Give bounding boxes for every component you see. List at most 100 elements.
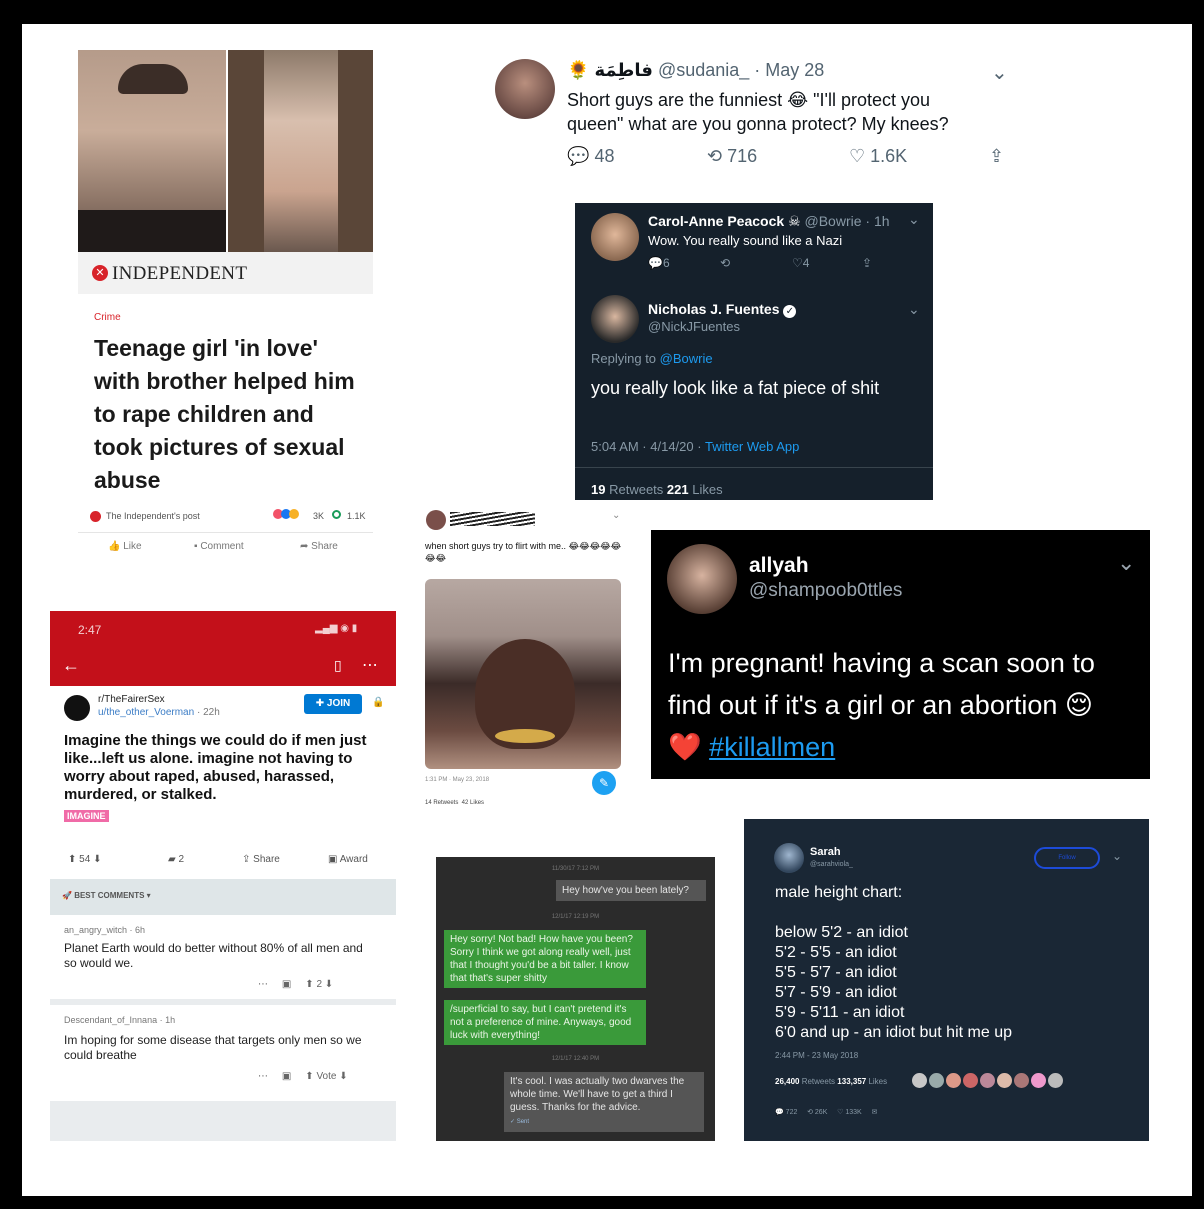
reply-button[interactable]: 💬 722 bbox=[775, 1109, 797, 1116]
time-label: 5:04 AM · 4/14/20 · bbox=[591, 439, 702, 454]
carol-avatar[interactable] bbox=[591, 213, 639, 261]
chevron-down-icon[interactable]: ⌄ bbox=[1117, 550, 1135, 576]
retweet-count[interactable]: 26,400 bbox=[775, 1077, 799, 1086]
text-line: 6'0 and up - an idiot but hit me up bbox=[775, 1024, 1012, 1041]
comment-bubble-icon bbox=[332, 510, 341, 519]
like-label: Like bbox=[123, 541, 142, 552]
comment-user[interactable]: Descendant_of_Innana · 1h bbox=[64, 1015, 175, 1025]
fuentes-name[interactable]: Nicholas J. Fuentes bbox=[648, 301, 779, 317]
liker-avatars[interactable] bbox=[912, 1073, 1082, 1089]
replying-to-link[interactable]: @Bowrie bbox=[660, 351, 713, 366]
fuentes-handle[interactable]: @NickJFuentes bbox=[648, 319, 740, 334]
more-icon[interactable]: ⋯ bbox=[258, 979, 268, 990]
retweet-icon[interactable]: ⟲ bbox=[720, 256, 730, 270]
share-button[interactable]: ⇪ Share bbox=[242, 854, 280, 865]
handle[interactable]: @sarahviola_ bbox=[810, 861, 853, 868]
display-name[interactable]: allyah bbox=[749, 554, 809, 578]
flirt-tweet: ⌄ when short guys try to flirt with me..… bbox=[422, 506, 627, 810]
section-label: Crime bbox=[94, 312, 121, 323]
timestamp-3: 12/1/17 12:40 PM bbox=[551, 1056, 600, 1062]
chevron-down-icon[interactable]: ⌄ bbox=[612, 510, 620, 521]
vote-control[interactable]: ⬆ 2 ⬇ bbox=[305, 979, 333, 990]
handle[interactable]: @sudania_ bbox=[658, 60, 749, 80]
independent-card: ✕ INDEPENDENT Crime Teenage girl 'in lov… bbox=[50, 50, 373, 559]
fb-actions: 👍 Like ▪ Comment ➦ Share bbox=[78, 532, 373, 559]
tweet-stats: 26,400 Retweets 133,357 Likes bbox=[775, 1077, 887, 1086]
bookmark-icon[interactable]: ▯ bbox=[334, 657, 342, 674]
reply-button[interactable]: 💬 48 bbox=[567, 146, 614, 167]
vote-control[interactable]: ⬆ Vote ⬇ bbox=[305, 1071, 347, 1082]
chevron-down-icon[interactable]: ⌄ bbox=[908, 301, 920, 318]
like-button[interactable]: ♡4 bbox=[792, 256, 809, 270]
text-line bbox=[775, 903, 1135, 923]
share-icon[interactable]: ⇪ bbox=[989, 146, 1004, 167]
vote-count: 54 bbox=[79, 854, 91, 865]
like-button[interactable]: ♡ 1.6K bbox=[849, 146, 907, 167]
gift-icon[interactable]: ▣ bbox=[282, 979, 291, 990]
avatar[interactable] bbox=[495, 59, 555, 119]
chevron-down-icon[interactable]: ⌄ bbox=[1112, 849, 1122, 863]
chevron-down-icon[interactable]: ⌄ bbox=[991, 60, 1008, 85]
source-link[interactable]: Twitter Web App bbox=[705, 439, 799, 454]
more-icon[interactable]: ⋯ bbox=[362, 655, 378, 675]
comment-count: 1.1K bbox=[347, 511, 366, 521]
carol-reply-count: 6 bbox=[662, 256, 670, 270]
headline[interactable]: Teenage girl 'in love' with brother help… bbox=[94, 332, 366, 497]
comment-button[interactable]: ▪ Comment bbox=[194, 541, 244, 552]
retweet-count[interactable]: 19 bbox=[591, 482, 605, 497]
share-arrow-icon: ➦ bbox=[300, 541, 309, 552]
chevron-down-icon[interactable]: ⌄ bbox=[908, 211, 920, 228]
message-icon[interactable]: ✉ bbox=[871, 1109, 877, 1116]
carol-name[interactable]: Carol-Anne Peacock ☠ bbox=[648, 213, 801, 229]
message-text: It's cool. I was actually two dwarves th… bbox=[510, 1076, 685, 1113]
like-button[interactable]: 👍 Like bbox=[108, 541, 142, 552]
comment-vote-count: 2 bbox=[316, 979, 322, 990]
photo[interactable] bbox=[425, 579, 621, 769]
follow-button[interactable]: Follow bbox=[1034, 847, 1100, 869]
award-button[interactable]: ▣ Award bbox=[328, 854, 368, 865]
avatar[interactable] bbox=[426, 510, 446, 530]
fuentes-text: you really look like a fat piece of shit bbox=[591, 378, 880, 398]
sent-status: ✓ Sent bbox=[510, 1119, 530, 1125]
like-count[interactable]: 221 bbox=[667, 482, 689, 497]
display-name[interactable]: Sarah bbox=[810, 846, 841, 858]
caption: when short guys try to flirt with me.. 😂… bbox=[425, 541, 622, 563]
timestamp-2: 12/1/17 12:19 PM bbox=[551, 914, 600, 920]
post-user[interactable]: u/the_other_Voerman bbox=[98, 707, 194, 718]
like-count[interactable]: 133,357 bbox=[837, 1077, 866, 1086]
replying-label: Replying to bbox=[591, 351, 657, 366]
carol-handle[interactable]: @Bowrie · 1h bbox=[805, 213, 890, 229]
tweet-stats: 14 Retweets 42 Likes bbox=[425, 800, 485, 806]
status-icons: ▂▄▆ ◉ ▮ bbox=[315, 623, 358, 634]
display-name[interactable]: فاطِمَة bbox=[594, 60, 652, 80]
vote-control[interactable]: ⬆ 54 ⬇ bbox=[68, 854, 101, 865]
more-icon[interactable]: ⋯ bbox=[258, 1071, 268, 1082]
retweet-button[interactable]: ⟲ 26K bbox=[807, 1109, 827, 1116]
share-button[interactable]: ➦ Share bbox=[300, 541, 338, 552]
fuentes-avatar[interactable] bbox=[591, 295, 639, 343]
best-comments-bar[interactable]: 🚀 BEST COMMENTS ▾ bbox=[50, 879, 396, 915]
reply-count: 48 bbox=[594, 146, 615, 166]
handle[interactable]: @shampoob0ttles bbox=[749, 580, 902, 602]
comment-user[interactable]: an_angry_witch · 6h bbox=[64, 925, 145, 935]
retweet-button[interactable]: ⟲ 716 bbox=[707, 146, 757, 167]
tweet-body: I'm pregnant! having a scan soon to find… bbox=[668, 648, 1095, 720]
tweet-time: 1:31 PM · May 23, 2018 bbox=[425, 777, 490, 783]
join-button[interactable]: ✚ JOIN bbox=[304, 694, 362, 714]
hashtag-link[interactable]: #killallmen bbox=[709, 732, 835, 762]
back-arrow-icon[interactable]: ← bbox=[62, 655, 80, 676]
share-icon[interactable]: ⇪ bbox=[862, 256, 872, 270]
avatar[interactable] bbox=[774, 843, 804, 873]
avatar[interactable] bbox=[667, 544, 737, 614]
comments-button[interactable]: ▰ 2 bbox=[168, 854, 184, 865]
flair[interactable]: IMAGINE bbox=[64, 810, 109, 822]
reply-button[interactable]: 💬6 bbox=[648, 256, 670, 270]
compose-icon[interactable]: ✎ bbox=[592, 771, 616, 795]
subreddit[interactable]: r/TheFairerSex bbox=[98, 694, 165, 705]
gift-icon[interactable]: ▣ bbox=[282, 1071, 291, 1082]
independent-logo-icon: ✕ bbox=[92, 265, 108, 281]
community-avatar[interactable] bbox=[64, 695, 90, 721]
replying-to: Replying to @Bowrie bbox=[591, 351, 713, 366]
tweet-header: 🌻 فاطِمَة @sudania_ · May 28 bbox=[567, 60, 824, 81]
like-button[interactable]: ♡ 133K bbox=[837, 1109, 862, 1116]
